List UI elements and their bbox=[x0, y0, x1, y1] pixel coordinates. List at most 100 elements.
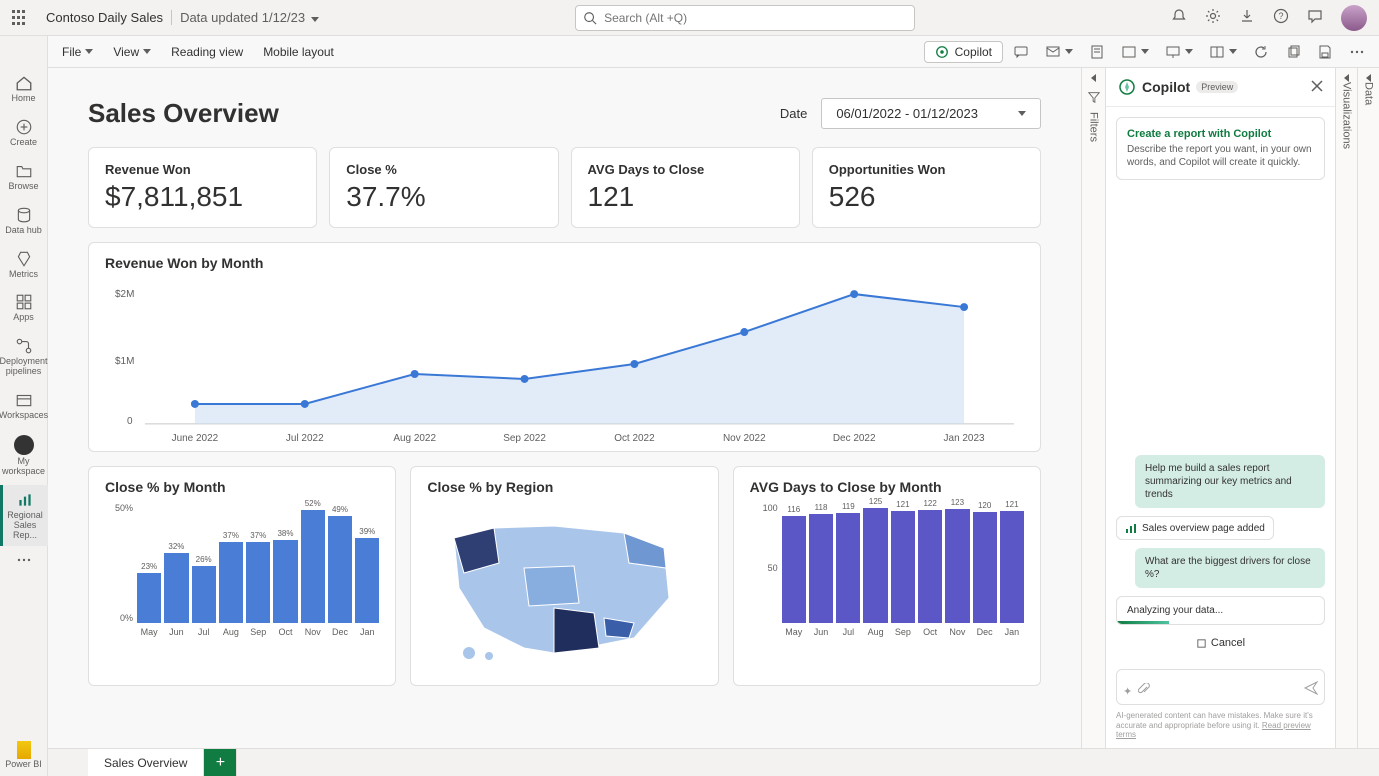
nav-powerbi[interactable]: Power BI bbox=[0, 735, 48, 776]
filters-pane-collapsed[interactable]: Filters bbox=[1081, 68, 1105, 748]
tab-sales-overview[interactable]: Sales Overview bbox=[88, 749, 204, 776]
search-box[interactable] bbox=[575, 5, 915, 31]
svg-text:Jul 2022: Jul 2022 bbox=[286, 433, 324, 444]
file-menu[interactable]: File bbox=[52, 41, 103, 63]
workspace-title: Contoso Daily Sales bbox=[46, 10, 163, 25]
bookmark-icon[interactable] bbox=[1083, 40, 1111, 64]
kpi-avg-days[interactable]: AVG Days to Close121 bbox=[571, 147, 800, 228]
line-chart-svg: $2M $1M 0 June 2022 Jul 2022 Aug 2022 Se… bbox=[105, 279, 1024, 449]
avgdays-chart[interactable]: AVG Days to Close by Month 10050 1161181… bbox=[733, 466, 1041, 686]
app-launcher-icon[interactable] bbox=[12, 10, 28, 26]
svg-text:Oct 2022: Oct 2022 bbox=[614, 433, 655, 444]
assistant-message-1: Sales overview page added bbox=[1116, 516, 1274, 540]
close-icon[interactable] bbox=[1311, 80, 1323, 95]
nav-browse[interactable]: Browse bbox=[0, 156, 48, 198]
kpi-row: Revenue Won$7,811,851 Close %37.7% AVG D… bbox=[88, 147, 1041, 228]
powerbi-icon bbox=[17, 741, 31, 759]
kpi-revenue[interactable]: Revenue Won$7,811,851 bbox=[88, 147, 317, 228]
mobile-layout-button[interactable]: Mobile layout bbox=[253, 41, 344, 63]
copilot-status: Analyzing your data... bbox=[1116, 596, 1325, 625]
date-range-value: 06/01/2022 - 01/12/2023 bbox=[836, 106, 978, 121]
reading-view-button[interactable]: Reading view bbox=[161, 41, 253, 63]
nav-more[interactable] bbox=[0, 552, 48, 570]
filter-icon bbox=[1087, 90, 1101, 104]
save-icon[interactable] bbox=[1311, 40, 1339, 64]
add-tab-button[interactable]: + bbox=[204, 749, 237, 776]
copilot-input[interactable]: ✦ bbox=[1116, 669, 1325, 705]
data-pane-collapsed[interactable]: Data bbox=[1357, 68, 1379, 748]
svg-text:$1M: $1M bbox=[115, 356, 134, 367]
close-pct-chart[interactable]: Close % by Month 50%0% 23%32%26%37%37%38… bbox=[88, 466, 396, 686]
kpi-opps-won[interactable]: Opportunities Won526 bbox=[812, 147, 1041, 228]
chevron-left-icon bbox=[1366, 74, 1371, 82]
send-icon[interactable] bbox=[1304, 681, 1318, 698]
search-input[interactable] bbox=[575, 5, 915, 31]
svg-text:Dec 2022: Dec 2022 bbox=[833, 433, 876, 444]
topbar: Contoso Daily Sales Data updated 1/12/23… bbox=[0, 0, 1379, 36]
visualizations-pane-collapsed[interactable]: Visualizations bbox=[1335, 68, 1357, 748]
nav-regional-report[interactable]: Regional Sales Rep... bbox=[0, 485, 48, 547]
revenue-chart[interactable]: Revenue Won by Month $2M $1M 0 June 2022… bbox=[88, 242, 1041, 452]
download-icon[interactable] bbox=[1239, 8, 1255, 27]
close-pct-xlabels: MayJunJulAugSepOctNovDecJan bbox=[105, 627, 379, 637]
close-region-chart[interactable]: Close % by Region bbox=[410, 466, 718, 686]
preview-badge: Preview bbox=[1196, 81, 1238, 93]
feedback-icon[interactable] bbox=[1307, 8, 1323, 27]
user-message-2: What are the biggest drivers for close %… bbox=[1135, 548, 1325, 588]
left-nav: Home Create Browse Data hub Metrics Apps… bbox=[0, 36, 48, 776]
avatar-icon bbox=[14, 435, 34, 455]
nav-home[interactable]: Home bbox=[0, 68, 48, 110]
kpi-close-pct[interactable]: Close %37.7% bbox=[329, 147, 558, 228]
stop-icon bbox=[1196, 638, 1207, 649]
view-menu[interactable]: View bbox=[103, 41, 161, 63]
nav-my-workspace[interactable]: My workspace bbox=[0, 429, 48, 483]
copy-icon[interactable] bbox=[1279, 40, 1307, 64]
title-chevron-icon[interactable] bbox=[311, 11, 319, 25]
report-canvas: Sales Overview Date 06/01/2022 - 01/12/2… bbox=[48, 68, 1081, 748]
refresh-icon[interactable] bbox=[1247, 40, 1275, 64]
date-label: Date bbox=[780, 106, 807, 121]
data-updated-label: Data updated 1/12/23 bbox=[171, 10, 305, 25]
attachment-icon[interactable] bbox=[1138, 683, 1150, 698]
copilot-icon bbox=[935, 45, 949, 59]
nav-metrics[interactable]: Metrics bbox=[0, 244, 48, 286]
svg-text:Sep 2022: Sep 2022 bbox=[503, 433, 546, 444]
svg-text:Aug 2022: Aug 2022 bbox=[393, 433, 436, 444]
chart-mini-icon bbox=[1125, 522, 1137, 534]
chevron-left-icon bbox=[1091, 74, 1096, 82]
nav-pipelines[interactable]: Deployment pipelines bbox=[0, 331, 48, 383]
nav-datahub[interactable]: Data hub bbox=[0, 200, 48, 242]
cancel-button[interactable]: Cancel bbox=[1116, 633, 1325, 653]
page-tabs: Sales Overview + bbox=[48, 748, 1379, 776]
sparkle-icon[interactable]: ✦ bbox=[1123, 685, 1132, 698]
svg-text:June 2022: June 2022 bbox=[172, 433, 219, 444]
view-icon[interactable] bbox=[1115, 40, 1155, 64]
search-icon bbox=[583, 11, 597, 25]
svg-text:Nov 2022: Nov 2022 bbox=[723, 433, 766, 444]
avgdays-xlabels: MayJunJulAugSepOctNovDecJan bbox=[750, 627, 1024, 637]
nav-create[interactable]: Create bbox=[0, 112, 48, 154]
main-area: Sales Overview Date 06/01/2022 - 01/12/2… bbox=[48, 68, 1379, 748]
chevron-left-icon bbox=[1344, 74, 1349, 82]
notifications-icon[interactable] bbox=[1171, 8, 1187, 27]
layout-icon[interactable] bbox=[1203, 40, 1243, 64]
present-icon[interactable] bbox=[1159, 40, 1199, 64]
copilot-suggestion-card[interactable]: Create a report with Copilot Describe th… bbox=[1116, 117, 1325, 180]
subscribe-icon[interactable] bbox=[1039, 40, 1079, 64]
copilot-panel: Copilot Preview Create a report with Cop… bbox=[1105, 68, 1335, 748]
avgdays-bars: 10050 116118119125121122123120121 bbox=[750, 503, 1024, 623]
ribbon: File View Reading view Mobile layout Cop… bbox=[0, 36, 1379, 68]
nav-apps[interactable]: Apps bbox=[0, 287, 48, 329]
user-avatar[interactable] bbox=[1341, 5, 1367, 31]
close-pct-bars: 50%0% 23%32%26%37%37%38%52%49%39% bbox=[105, 503, 379, 623]
settings-icon[interactable] bbox=[1205, 8, 1221, 27]
more-icon[interactable] bbox=[1343, 40, 1371, 64]
svg-text:$2M: $2M bbox=[115, 289, 134, 300]
help-icon[interactable]: ? bbox=[1273, 8, 1289, 27]
svg-text:?: ? bbox=[1278, 11, 1283, 21]
comment-icon[interactable] bbox=[1007, 40, 1035, 64]
nav-workspaces[interactable]: Workspaces bbox=[0, 385, 48, 427]
date-range-dropdown[interactable]: 06/01/2022 - 01/12/2023 bbox=[821, 98, 1041, 129]
svg-text:Jan 2023: Jan 2023 bbox=[944, 433, 985, 444]
copilot-toggle-button[interactable]: Copilot bbox=[924, 41, 1003, 63]
